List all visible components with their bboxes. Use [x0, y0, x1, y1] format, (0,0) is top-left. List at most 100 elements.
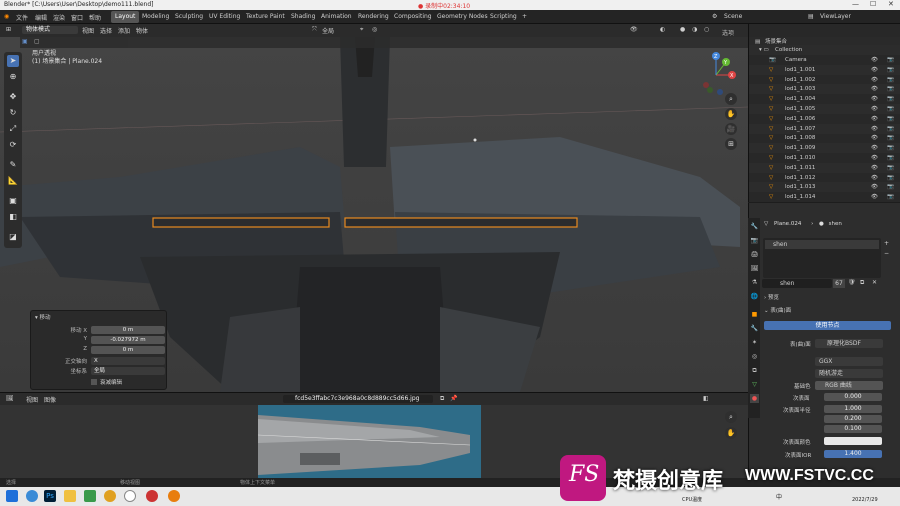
add-shape-tool-icon[interactable]: ◧: [7, 211, 19, 223]
render-toggle-icon[interactable]: 📷: [887, 192, 894, 202]
modifier-tab-icon[interactable]: 🔧: [750, 324, 759, 333]
image-zoom-icon[interactable]: ⌕: [725, 411, 737, 423]
material-users-count[interactable]: 67: [833, 279, 845, 288]
visibility-toggle-icon[interactable]: 👁: [871, 84, 878, 94]
render-toggle-icon[interactable]: 📷: [887, 114, 894, 124]
operator-header[interactable]: ▾ 移动: [35, 313, 51, 321]
render-toggle-icon[interactable]: 📷: [887, 182, 894, 192]
camera-view-icon[interactable]: 🎥: [725, 123, 737, 135]
render-toggle-icon[interactable]: 📷: [887, 163, 894, 173]
visibility-toggle-icon[interactable]: 👁: [871, 192, 878, 202]
outliner-item[interactable]: ▽ lod1_1.003 👁 📷: [749, 84, 900, 95]
subsurface-field[interactable]: 0.000: [824, 393, 882, 401]
add-cube-tool-icon[interactable]: ▣: [7, 195, 19, 207]
scene-tab-icon[interactable]: ⚗: [750, 278, 759, 287]
outliner-item[interactable]: ▽ lod1_1.001 👁 📷: [749, 64, 900, 75]
image-pin-icon[interactable]: 📌: [450, 395, 457, 402]
close-icon[interactable]: ✕: [888, 0, 894, 8]
physics-tab-icon[interactable]: ◎: [750, 352, 759, 361]
visibility-toggle-icon[interactable]: 👁: [871, 55, 878, 65]
zoom-icon[interactable]: ⌕: [725, 93, 737, 105]
outliner-item[interactable]: ▽ lod1_1.004 👁 📷: [749, 94, 900, 104]
radius-y-field[interactable]: 0.200: [824, 415, 882, 423]
outliner-item[interactable]: ▽ lod1_1.012 👁 📷: [749, 173, 900, 183]
image-editor-type-icon[interactable]: 🖼: [6, 395, 14, 402]
tab-texture-paint[interactable]: Texture Paint: [242, 11, 289, 23]
visibility-toggle-icon[interactable]: 👁: [871, 104, 878, 114]
render-toggle-icon[interactable]: 📷: [887, 65, 894, 75]
shader-tool-icon[interactable]: ◪: [7, 231, 19, 243]
tab-uv-editing[interactable]: UV Editing: [205, 11, 244, 23]
measure-tool-icon[interactable]: 📐: [7, 175, 19, 187]
proportional-icon[interactable]: ◎: [372, 26, 377, 33]
menu-file[interactable]: 文件: [16, 13, 28, 22]
move-x-field[interactable]: 0 m: [91, 326, 165, 334]
outliner-item[interactable]: ▽ lod1_1.008 👁 📷: [749, 133, 900, 143]
app-yellow-icon[interactable]: [104, 490, 116, 502]
add-slot-icon[interactable]: +: [884, 240, 889, 247]
image-view-icon[interactable]: ◧: [703, 395, 709, 402]
preview-panel-header[interactable]: › 预览: [764, 294, 894, 303]
shading-solid-icon[interactable]: ●: [680, 26, 685, 33]
outliner-item[interactable]: ▽ lod1_1.014 👁 📷: [749, 192, 900, 202]
transform-tool-icon[interactable]: ⟳: [7, 139, 19, 151]
render-toggle-icon[interactable]: 📷: [887, 173, 894, 183]
menu-select[interactable]: 选择: [100, 26, 112, 35]
move-y-field[interactable]: -0.027972 m: [91, 336, 165, 344]
image-name-field[interactable]: fcd5e3ffabc7c3e968a0c8d889cc5d66.jpg: [283, 395, 433, 403]
fake-user-icon[interactable]: 🛡: [848, 279, 856, 286]
options-label[interactable]: 选项: [722, 28, 734, 37]
radius-z-field[interactable]: 0.100: [824, 425, 882, 433]
constraint-dropdown[interactable]: X: [91, 357, 165, 365]
select-tool-icon[interactable]: ➤: [7, 55, 19, 67]
distribution-dropdown[interactable]: GGX: [815, 357, 883, 366]
visibility-toggle-icon[interactable]: 👁: [871, 153, 878, 163]
visibility-icon[interactable]: 👁: [630, 26, 638, 33]
recorder-icon[interactable]: [146, 490, 158, 502]
view-layer-tab-icon[interactable]: 🖼: [750, 264, 759, 273]
material-slot-item[interactable]: shen: [765, 240, 879, 249]
image-browse-icon[interactable]: ⧉: [440, 395, 444, 403]
tab-animation[interactable]: Animation: [317, 11, 356, 23]
menu-edit[interactable]: 编辑: [35, 13, 47, 22]
unlink-icon[interactable]: ✕: [872, 279, 877, 286]
outliner-item[interactable]: ▽ lod1_1.011 👁 📷: [749, 162, 900, 173]
app-circle-icon[interactable]: [124, 490, 136, 502]
visibility-toggle-icon[interactable]: 👁: [871, 124, 878, 134]
blender-logo-icon[interactable]: ◉: [4, 13, 9, 20]
viewlayer-name[interactable]: ViewLayer: [820, 13, 851, 20]
world-tab-icon[interactable]: 🌐: [750, 292, 759, 301]
use-nodes-button[interactable]: 使用节点: [764, 321, 891, 330]
move-tool-icon[interactable]: ✥: [7, 91, 19, 103]
tab-layout[interactable]: Layout: [111, 11, 140, 23]
remove-slot-icon[interactable]: −: [884, 250, 889, 257]
pan-hand-icon[interactable]: ✋: [725, 108, 737, 120]
orientation-dropdown[interactable]: 全局: [91, 367, 165, 375]
output-tab-icon[interactable]: 🖨: [750, 250, 759, 259]
material-tab-icon[interactable]: ●: [750, 394, 759, 403]
constraints-tab-icon[interactable]: ⧉: [750, 366, 759, 375]
image-pan-icon[interactable]: ✋: [725, 427, 737, 439]
annotate-tool-icon[interactable]: ✎: [7, 159, 19, 171]
material-slot-list[interactable]: shen: [763, 238, 881, 278]
ortho-grid-icon[interactable]: ⊞: [725, 138, 737, 150]
editor-type-icon[interactable]: ⊞: [6, 26, 11, 33]
outliner-item[interactable]: ▽ lod1_1.007 👁 📷: [749, 123, 900, 134]
duplicate-icon[interactable]: ⧉: [860, 279, 864, 287]
visibility-toggle-icon[interactable]: 👁: [871, 133, 878, 143]
select-mode-icon[interactable]: ▢: [34, 38, 40, 45]
snap-icon[interactable]: ⌖: [360, 26, 363, 34]
edge-icon[interactable]: [26, 490, 38, 502]
render-toggle-icon[interactable]: 📷: [887, 153, 894, 163]
image-menu-view[interactable]: 视图: [26, 395, 38, 404]
shader-dropdown[interactable]: 原理化BSDF: [815, 339, 883, 348]
select-box-icon[interactable]: ▣: [22, 38, 28, 45]
tool-tab-icon[interactable]: 🔧: [750, 222, 759, 231]
menu-add[interactable]: 添加: [118, 26, 130, 35]
render-toggle-icon[interactable]: 📷: [887, 133, 894, 143]
app-green-icon[interactable]: [84, 490, 96, 502]
rotate-tool-icon[interactable]: ↻: [7, 107, 19, 119]
tab-scripting[interactable]: Scripting: [486, 11, 521, 23]
outliner-item[interactable]: ▽ lod1_1.006 👁 📷: [749, 114, 900, 124]
move-z-field[interactable]: 0 m: [91, 346, 165, 354]
